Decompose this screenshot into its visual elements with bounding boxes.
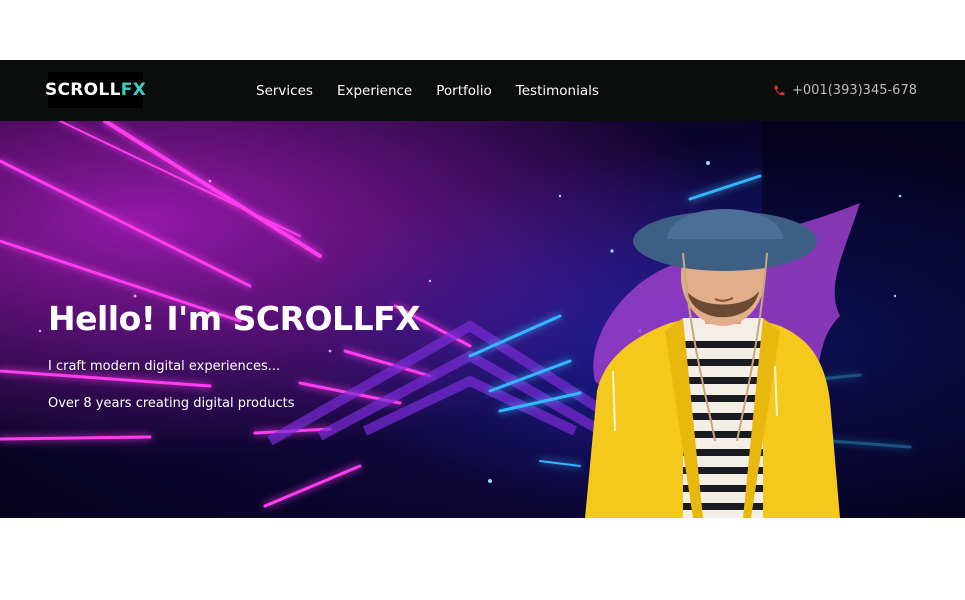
nav-link-portfolio[interactable]: Portfolio xyxy=(436,83,492,99)
hero-subtitle: I craft modern digital experiences... xyxy=(48,359,281,374)
nav-link-services[interactable]: Services xyxy=(256,83,313,99)
logo-text-accent: FX xyxy=(120,80,147,100)
nav-link-testimonials[interactable]: Testimonials xyxy=(516,83,599,99)
phone-number: +001(393)345-678 xyxy=(792,83,917,98)
navbar: SCROLL FX Services Experience Portfolio T… xyxy=(0,60,965,121)
hero-section: Hello! I'm SCROLLFX I craft modern digit… xyxy=(0,121,965,518)
site-logo[interactable]: SCROLL FX xyxy=(44,72,147,108)
phone-icon xyxy=(774,85,785,96)
hero-tagline: Over 8 years creating digital products xyxy=(48,396,295,411)
logo-text-main: SCROLL xyxy=(44,80,121,100)
person-photo xyxy=(585,203,860,518)
nav-link-experience[interactable]: Experience xyxy=(337,83,412,99)
phone-contact[interactable]: +001(393)345-678 xyxy=(773,60,917,121)
main-navigation: Services Experience Portfolio Testimonia… xyxy=(256,60,599,121)
hero-title: Hello! I'm SCROLLFX xyxy=(48,299,421,338)
